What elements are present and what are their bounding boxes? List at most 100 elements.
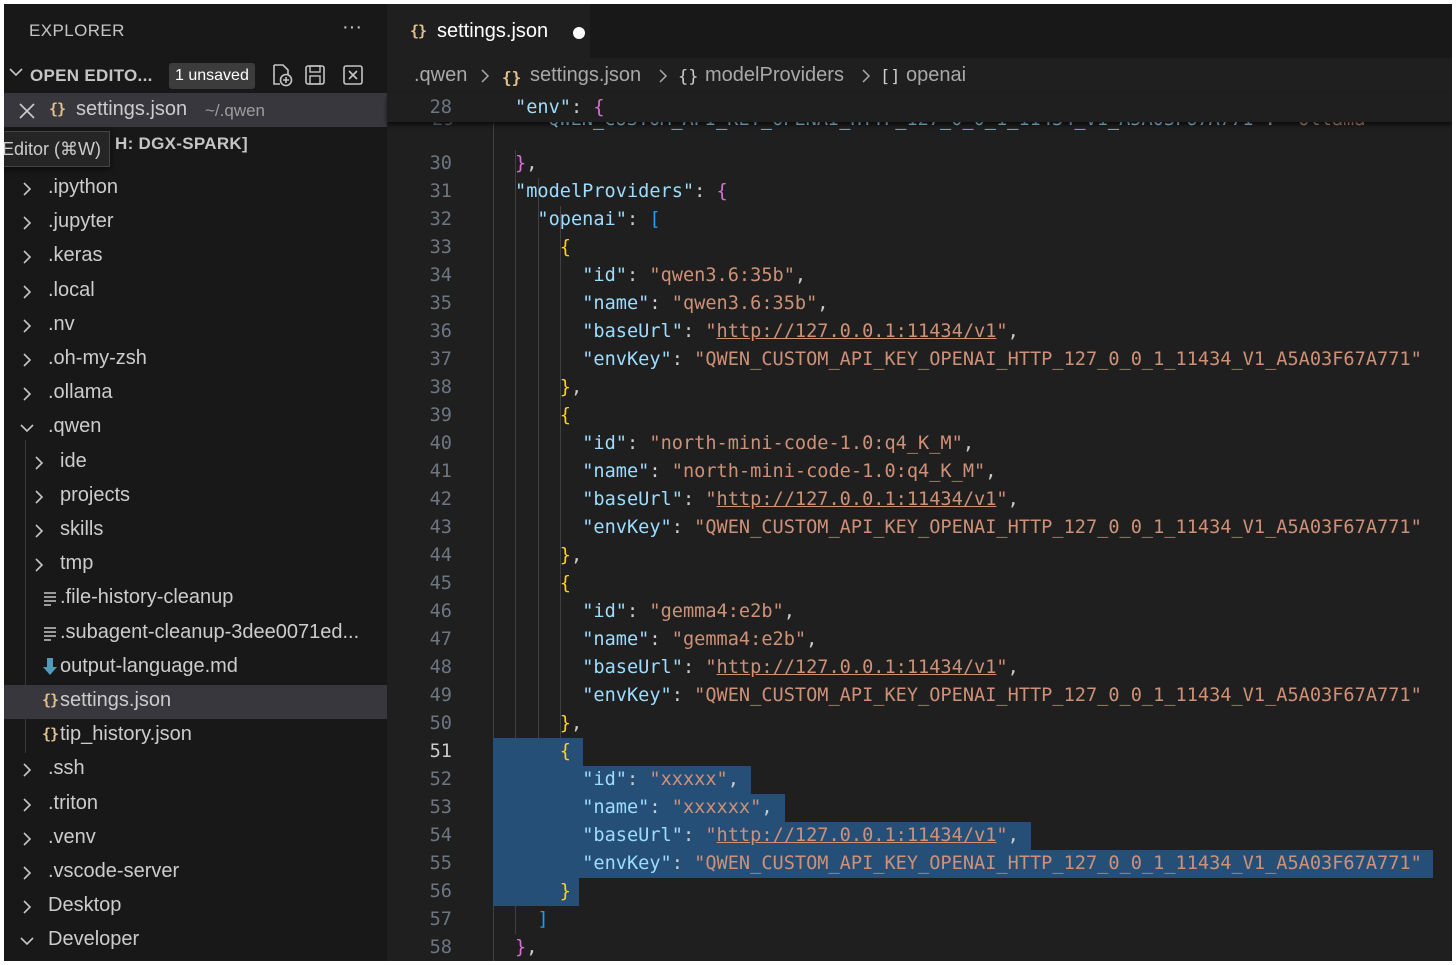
code-line[interactable]: 57]: [387, 906, 1452, 934]
line-number: 36: [429, 321, 452, 342]
line-number: 30: [429, 153, 452, 174]
breadcrumb-item[interactable]: openai: [906, 64, 966, 87]
object-icon: {}: [678, 67, 699, 87]
tree-item-label: .jupyter: [48, 210, 114, 233]
save-all-icon[interactable]: [302, 62, 328, 88]
code-line[interactable]: 35 "name": "qwen3.6:35b",: [387, 290, 1452, 318]
breadcrumb-item[interactable]: .qwen: [414, 64, 467, 87]
line-number: 34: [429, 265, 452, 286]
code-line[interactable]: 55 "envKey": "QWEN_CUSTOM_API_KEY_OPENAI_…: [387, 850, 1452, 878]
chevron-right-icon: [18, 856, 36, 890]
code-text: {: [559, 741, 571, 762]
chevron-right-icon: [18, 206, 36, 240]
chevron-right-icon: [18, 890, 36, 924]
tree-item-ollama[interactable]: .ollama: [4, 377, 387, 411]
code-text: "id": "qwen3.6:35b",: [582, 265, 807, 286]
open-editors-header[interactable]: OPEN EDITO... 1 unsaved: [4, 60, 387, 92]
tree-item-nv[interactable]: .nv: [4, 309, 387, 343]
tree-item-jupyter[interactable]: .jupyter: [4, 206, 387, 240]
code-text: "QWEN_CUSTOM_API_KEY_OPENAI_HTTP_127_0_0…: [537, 122, 1377, 134]
code-line[interactable]: 39 {: [387, 402, 1452, 430]
code-line[interactable]: 51 {: [387, 738, 1452, 766]
code-line[interactable]: 50},: [387, 710, 1452, 738]
line-number: 54: [429, 825, 452, 846]
chevron-right-icon: [18, 788, 36, 822]
tree-item-ipython[interactable]: .ipython: [4, 172, 387, 206]
tree-item-file-history-cleanup[interactable]: .file-history-cleanup: [4, 582, 387, 616]
code-line[interactable]: 40 "id": "north-mini-code-1.0:q4_K_M",: [387, 430, 1452, 458]
close-icon[interactable]: [18, 95, 36, 126]
code-line[interactable]: 45 {: [387, 570, 1452, 598]
chevron-right-icon: [18, 275, 36, 309]
tree-item-developer[interactable]: Developer: [4, 924, 387, 958]
tree-item-triton[interactable]: .triton: [4, 788, 387, 822]
tree-item-skills[interactable]: skills: [4, 514, 387, 548]
code-text: "name": "gemma4:e2b",: [582, 629, 818, 650]
tree-item-oh-my-zsh[interactable]: .oh-my-zsh: [4, 343, 387, 377]
code-text: "openai": [: [537, 209, 661, 230]
code-line[interactable]: 32 "openai": [: [387, 206, 1452, 234]
chevron-right-icon: [18, 343, 36, 377]
code-line[interactable]: 43 "envKey": "QWEN_CUSTOM_API_KEY_OPENAI_…: [387, 514, 1452, 542]
code-line[interactable]: 47 "name": "gemma4:e2b",: [387, 626, 1452, 654]
code-text: }: [559, 881, 571, 902]
code-text: {: [559, 573, 571, 594]
tree-item-tip-history-json[interactable]: {} tip_history.json: [4, 719, 387, 753]
code-line[interactable]: 48 "baseUrl": "http://127.0.0.1:11434/v1"…: [387, 654, 1452, 682]
tree-item-venv[interactable]: .venv: [4, 822, 387, 856]
code-line[interactable]: 38},: [387, 374, 1452, 402]
tree-item-output-language-md[interactable]: output-language.md: [4, 651, 387, 685]
code-line[interactable]: 49 "envKey": "QWEN_CUSTOM_API_KEY_OPENAI_…: [387, 682, 1452, 710]
code-line[interactable]: 44},: [387, 542, 1452, 570]
line-number: 31: [429, 181, 452, 202]
code-line[interactable]: 36 "baseUrl": "http://127.0.0.1:11434/v1"…: [387, 318, 1452, 346]
code-line[interactable]: 31 "modelProviders": {: [387, 178, 1452, 206]
tree-item-keras[interactable]: .keras: [4, 240, 387, 274]
chevron-right-icon: [30, 480, 48, 514]
unsaved-dot-icon[interactable]: [573, 27, 585, 39]
code-line[interactable]: 52 "id": "xxxxx",: [387, 766, 1452, 794]
code-editor[interactable]: 30}, 31 "modelProviders": {32 "openai": [33…: [387, 94, 1452, 961]
code-line[interactable]: 56}: [387, 878, 1452, 906]
close-all-icon[interactable]: [340, 62, 366, 88]
tree-item-vscode-server[interactable]: .vscode-server: [4, 856, 387, 890]
breadcrumb-item[interactable]: settings.json: [530, 64, 641, 87]
tree-item-label: .nv: [48, 312, 75, 335]
code-text: {: [559, 405, 571, 426]
unsaved-badge: 1 unsaved: [169, 63, 255, 89]
tree-item-tmp[interactable]: tmp: [4, 548, 387, 582]
chevron-right-icon: [18, 822, 36, 856]
more-actions-icon[interactable]: ···: [342, 16, 362, 39]
code-line[interactable]: 53 "name": "xxxxxx",: [387, 794, 1452, 822]
code-line[interactable]: 33 {: [387, 234, 1452, 262]
tree-item-label: .triton: [48, 791, 99, 814]
tree-item-subagent-cleanup-3dee0071ed[interactable]: .subagent-cleanup-3dee0071ed...: [4, 617, 387, 651]
code-line[interactable]: 58},: [387, 934, 1452, 961]
tree-item-qwen[interactable]: .qwen: [4, 411, 387, 445]
breadcrumb-item[interactable]: modelProviders: [705, 64, 844, 87]
tree-item-desktop[interactable]: Desktop: [4, 890, 387, 924]
code-line[interactable]: 42 "baseUrl": "http://127.0.0.1:11434/v1"…: [387, 486, 1452, 514]
code-line[interactable]: 46 "id": "gemma4:e2b",: [387, 598, 1452, 626]
code-line[interactable]: 34 "id": "qwen3.6:35b",: [387, 262, 1452, 290]
json-file-icon: {}: [410, 22, 427, 40]
tree-item-local[interactable]: .local: [4, 275, 387, 309]
tree-item-projects[interactable]: projects: [4, 480, 387, 514]
tree-item-ssh[interactable]: .ssh: [4, 753, 387, 787]
sticky-scroll-line[interactable]: 28 "env": {: [387, 94, 1452, 122]
code-text: "envKey": "QWEN_CUSTOM_API_KEY_OPENAI_HT…: [582, 349, 1422, 370]
tab-settings-json[interactable]: {} settings.json: [387, 4, 590, 58]
code-line[interactable]: 37 "envKey": "QWEN_CUSTOM_API_KEY_OPENAI_…: [387, 346, 1452, 374]
chevron-right-icon: [18, 240, 36, 274]
tree-item-ide[interactable]: ide: [4, 446, 387, 480]
open-editor-item[interactable]: {} settings.json ~/.qwen: [4, 93, 387, 127]
text-file-icon: [42, 588, 58, 613]
code-text: "env": {: [515, 97, 605, 118]
new-file-icon[interactable]: [268, 62, 294, 88]
tree-item-settings-json[interactable]: {} settings.json: [4, 685, 387, 719]
code-line[interactable]: 54 "baseUrl": "http://127.0.0.1:11434/v1"…: [387, 822, 1452, 850]
code-line[interactable]: 41 "name": "north-mini-code-1.0:q4_K_M",: [387, 458, 1452, 486]
code-line[interactable]: 30},: [387, 150, 1452, 178]
tree-item-label: .qwen: [48, 415, 102, 438]
editor-area: {} settings.json .qwen {} settings.json …: [387, 4, 1452, 961]
